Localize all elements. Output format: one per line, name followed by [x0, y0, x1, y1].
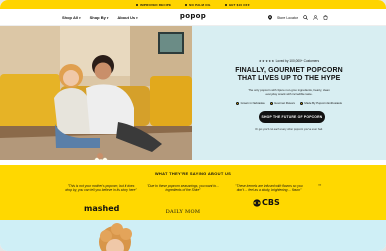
chevron-down-icon: ▾: [79, 16, 81, 20]
site-header: Shop All▾ Shop By▾ About Us▾ popop Store…: [0, 9, 386, 26]
location-pin-icon[interactable]: [267, 15, 272, 20]
section-image: [99, 223, 132, 251]
page-frame: IMPROVED RECIPE NO PALM OIL GET $10 OFF …: [0, 0, 386, 251]
announcement-text: NO PALM OIL: [189, 2, 211, 7]
nav-shop-all[interactable]: Shop All▾: [62, 15, 81, 20]
shop-cta-button[interactable]: SHOP THE FUTURE OF POPCORN: [259, 111, 325, 123]
press-title: WHAT THEY'RE SAYING ABOUT US: [154, 171, 232, 176]
brand-logo-cbs: CBS: [253, 198, 280, 207]
press-section: WHAT THEY'RE SAYING ABOUT US "This is no…: [0, 165, 386, 220]
press-quote: "These kernels are infused with flavors …: [235, 184, 303, 193]
brand-logo-daily-mom: DAILY MOM: [163, 200, 203, 218]
announcement-item: NO PALM OIL: [185, 3, 211, 7]
heart-icon: [299, 101, 303, 105]
dot-icon: [185, 3, 188, 6]
dot-icon: [136, 3, 139, 6]
hero-image: [0, 26, 192, 160]
header-actions: Store Locator: [267, 9, 328, 26]
nav-shop-by[interactable]: Shop By▾: [90, 15, 109, 20]
cta-note: Or get you'll cut each every other popco…: [255, 128, 323, 131]
nav-label: Shop By: [89, 15, 106, 20]
nav-about-us[interactable]: About Us▾: [117, 15, 137, 20]
rating-row: ★★★★★ Loved by 100,000+ Customers: [192, 59, 386, 63]
feature-badge: Grown in Nebraska: [236, 101, 265, 105]
announcement-text: IMPROVED RECIPE: [140, 2, 172, 7]
badge-label: Gourmet Flavors: [274, 101, 295, 105]
logo[interactable]: popop: [180, 12, 206, 20]
feature-badge: Gourmet Flavors: [269, 101, 295, 105]
nav-label: About Us: [117, 15, 136, 20]
hero-headline: FINALLY, GOURMET POPCORN THAT LIVES UP T…: [192, 67, 386, 83]
hero-panel: ★★★★★ Loved by 100,000+ Customers FINALL…: [192, 26, 386, 160]
logo-wrap: popop: [0, 12, 386, 20]
headline-line-2: THAT LIVES UP TO THE HYPE: [237, 75, 341, 82]
search-icon[interactable]: [303, 15, 308, 20]
brand-logo-mashed: mashed: [84, 198, 120, 216]
chevron-down-icon: ▾: [106, 16, 109, 20]
dot-icon: [224, 3, 227, 6]
press-quote: "This is not your mother's popcorn, but …: [65, 184, 137, 193]
store-locator-link[interactable]: Store Locator: [277, 16, 298, 20]
announcement-bar: IMPROVED RECIPE NO PALM OIL GET $10 OFF: [0, 0, 386, 9]
announcement-item[interactable]: GET $10 OFF: [224, 3, 250, 7]
badge-label: Grown in Nebraska: [240, 101, 265, 105]
rating-text: Loved by 100,000+ Customers: [275, 59, 320, 63]
cart-icon[interactable]: [323, 15, 328, 20]
corn-icon: [236, 101, 240, 105]
quote-mark: "": [318, 184, 322, 188]
brand-name: DAILY MOM: [165, 209, 201, 215]
main-nav: Shop All▾ Shop By▾ About Us▾: [62, 9, 138, 26]
brand-name: mashed: [84, 204, 120, 213]
brand-name: CBS: [262, 198, 280, 207]
headline-line-1: FINALLY, GOURMET POPCORN: [235, 67, 343, 74]
announcement-link[interactable]: GET $10 OFF: [229, 3, 250, 7]
cbs-eye-icon: [253, 198, 261, 207]
badge-label: Made By Popcorn Enthusiasts: [304, 101, 342, 105]
nav-label: Shop All: [62, 15, 79, 20]
hero-subcopy: The only popcorn with 3pure non-gmo ingr…: [248, 88, 330, 96]
feature-badges: Grown in Nebraska Gourmet Flavors Made B…: [192, 101, 386, 105]
feature-badge: Made By Popcorn Enthusiasts: [299, 101, 342, 105]
press-quote: "Due to these popcorn seasonings, you wa…: [147, 184, 219, 193]
account-icon[interactable]: [313, 15, 318, 20]
chevron-down-icon: ▾: [136, 16, 138, 20]
next-section: [0, 220, 386, 251]
hero-illustration: [0, 26, 192, 160]
announcement-item: IMPROVED RECIPE: [136, 3, 171, 7]
star-icon: [269, 101, 273, 105]
star-rating-icon: ★★★★★: [258, 59, 275, 63]
